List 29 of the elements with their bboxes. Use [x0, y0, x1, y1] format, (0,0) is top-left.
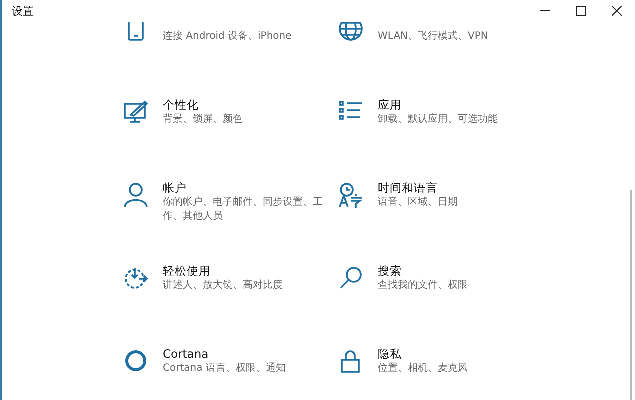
tile-description: 卸载、默认应用、可选功能 — [378, 113, 498, 127]
tile-description: Cortana 语言、权限、通知 — [163, 362, 286, 376]
maximize-icon — [576, 6, 586, 16]
tile-title[interactable]: 应用 — [378, 97, 498, 113]
dashed-circle-arrow-icon[interactable] — [123, 265, 149, 291]
tile-title[interactable]: 隐私 — [378, 346, 468, 362]
ring-icon[interactable] — [123, 348, 149, 374]
window-title: 设置 — [11, 4, 35, 18]
tile-title[interactable]: 搜索 — [378, 263, 468, 279]
tile-title[interactable]: Cortana — [163, 346, 286, 362]
tile-description: 讲述人、放大镜、高对比度 — [163, 279, 283, 293]
tile-title[interactable]: 个性化 — [163, 97, 243, 113]
scrollbar[interactable] — [630, 190, 632, 400]
globe-icon[interactable] — [338, 22, 364, 42]
tile-title[interactable]: 帐户 — [163, 180, 333, 196]
tile-description: WLAN、飞行模式、VPN — [378, 30, 488, 44]
person-icon[interactable] — [123, 182, 149, 208]
tile-description: 语音、区域、日期 — [378, 196, 458, 210]
monitor-brush-icon[interactable] — [123, 99, 149, 125]
close-icon — [612, 6, 622, 16]
tile-description: 查找我的文件、权限 — [378, 279, 468, 293]
tile-title[interactable]: 时间和语言 — [378, 180, 458, 196]
tile-description: 位置、相机、麦克风 — [378, 362, 468, 376]
tile-description: 连接 Android 设备、iPhone — [163, 30, 292, 44]
tile-description: 背景、锁屏、颜色 — [163, 113, 243, 127]
clock-letter-icon[interactable] — [338, 182, 364, 208]
tile-description: 你的帐户、电子邮件、同步设置、工作、其他人员 — [163, 196, 324, 224]
tile-title[interactable]: 轻松使用 — [163, 263, 283, 279]
search-icon[interactable] — [338, 265, 364, 291]
